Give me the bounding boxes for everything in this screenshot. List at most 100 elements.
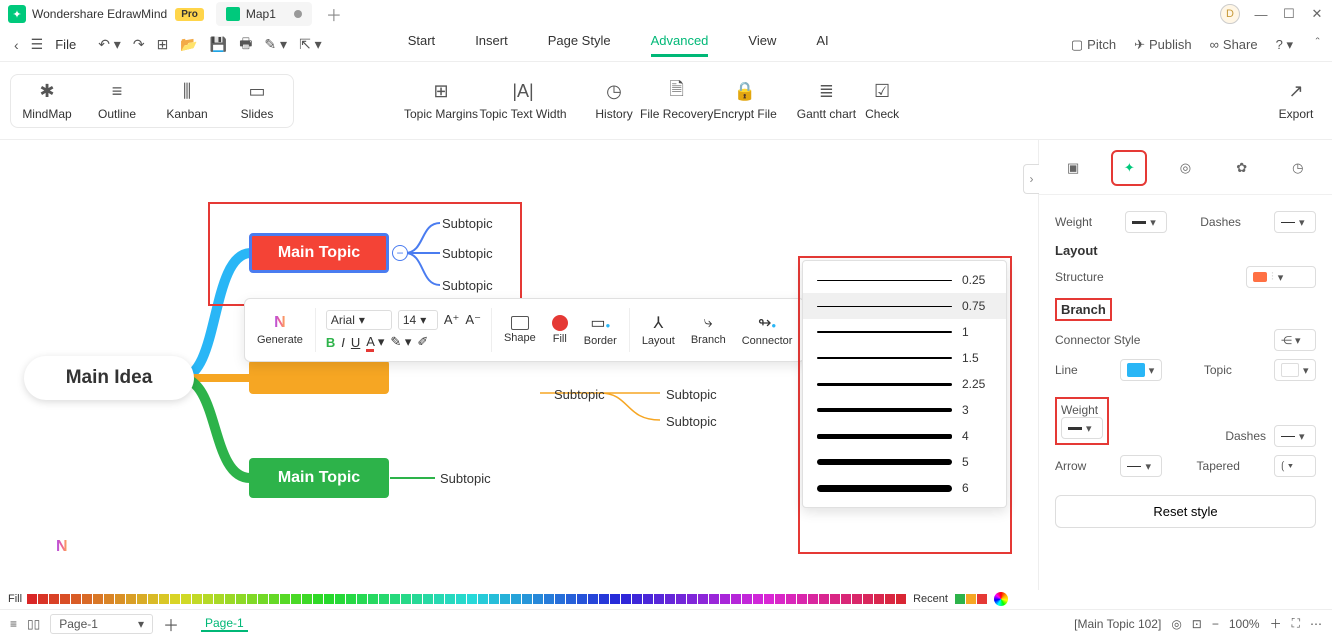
- tapered-select[interactable]: ⟮ ▾: [1274, 455, 1316, 477]
- subtopic-1[interactable]: Subtopic: [442, 216, 493, 231]
- color-swatch[interactable]: [698, 594, 708, 604]
- tool-gantt[interactable]: ≣Gantt chart: [797, 81, 856, 121]
- tab-page-style[interactable]: Page Style: [548, 33, 611, 57]
- color-swatch[interactable]: [841, 594, 851, 604]
- page-tab[interactable]: Page-1: [201, 616, 248, 632]
- line-color-select[interactable]: ▾: [1120, 359, 1162, 381]
- color-swatch[interactable]: [214, 594, 224, 604]
- color-swatch[interactable]: [423, 594, 433, 604]
- color-swatch[interactable]: [38, 594, 48, 604]
- tool-export[interactable]: ↗Export: [1270, 81, 1322, 121]
- weight-branch-select[interactable]: ▾: [1061, 417, 1103, 439]
- color-swatch[interactable]: [236, 594, 246, 604]
- font-increase-button[interactable]: A⁺: [444, 312, 460, 328]
- border-button[interactable]: ▭●Border: [578, 313, 623, 347]
- color-swatch[interactable]: [720, 594, 730, 604]
- color-swatch[interactable]: [412, 594, 422, 604]
- topic-green[interactable]: Main Topic: [249, 458, 389, 498]
- bold-button[interactable]: B: [326, 335, 335, 350]
- color-swatch[interactable]: [401, 594, 411, 604]
- recent-swatch-1[interactable]: [955, 594, 965, 604]
- redo-button[interactable]: ↷: [127, 36, 151, 53]
- color-swatch[interactable]: [654, 594, 664, 604]
- weight-option-4[interactable]: 2.25: [803, 371, 1006, 397]
- color-swatch[interactable]: [456, 594, 466, 604]
- weight-option-0[interactable]: 0.25: [803, 267, 1006, 293]
- panel-tab-tag-icon[interactable]: ◎: [1167, 150, 1203, 186]
- collapse-icon[interactable]: −: [392, 245, 408, 261]
- pitch-button[interactable]: ▢ Pitch: [1071, 37, 1116, 53]
- view-slides[interactable]: ▭Slides: [231, 81, 283, 121]
- color-swatch[interactable]: [148, 594, 158, 604]
- list-toggle-icon[interactable]: ▯▯: [27, 617, 40, 631]
- color-swatch[interactable]: [313, 594, 323, 604]
- page-select[interactable]: Page-1▾: [50, 614, 153, 634]
- maximize-button[interactable]: ☐: [1282, 7, 1296, 21]
- subtopic-o2[interactable]: Subtopic: [666, 387, 717, 402]
- user-avatar[interactable]: D: [1220, 4, 1240, 24]
- italic-button[interactable]: I: [341, 335, 345, 350]
- color-swatch[interactable]: [478, 594, 488, 604]
- color-swatch[interactable]: [742, 594, 752, 604]
- topic-orange[interactable]: [249, 360, 389, 394]
- back-button[interactable]: ‹: [8, 37, 25, 53]
- panel-tab-history-icon[interactable]: ◷: [1280, 150, 1316, 186]
- panel-tab-style-icon[interactable]: ✦: [1111, 150, 1147, 186]
- topic-red[interactable]: Main Topic: [249, 233, 389, 273]
- outline-toggle-icon[interactable]: ≡: [10, 617, 17, 631]
- color-swatch[interactable]: [489, 594, 499, 604]
- connector-button[interactable]: ↬●Connector: [736, 313, 799, 347]
- color-swatch[interactable]: [775, 594, 785, 604]
- color-swatch[interactable]: [577, 594, 587, 604]
- color-swatch[interactable]: [797, 594, 807, 604]
- help-button[interactable]: ? ▾: [1276, 37, 1293, 53]
- color-swatch[interactable]: [610, 594, 620, 604]
- tool-file-recovery[interactable]: 🗎File Recovery: [640, 81, 713, 121]
- save-button[interactable]: 💾: [204, 36, 233, 53]
- color-swatch[interactable]: [49, 594, 59, 604]
- recent-swatch-2[interactable]: [966, 594, 976, 604]
- color-swatch[interactable]: [126, 594, 136, 604]
- connector-style-select[interactable]: ⋲ ▾: [1274, 329, 1316, 351]
- color-swatch[interactable]: [764, 594, 774, 604]
- tab-view[interactable]: View: [748, 33, 776, 57]
- subtopic-o1[interactable]: Subtopic: [554, 387, 605, 402]
- canvas[interactable]: Main Idea Main Topic − Subtopic Subtopic…: [0, 140, 1038, 591]
- color-swatch[interactable]: [555, 594, 565, 604]
- collapse-ribbon-button[interactable]: ＾: [1311, 35, 1324, 54]
- topic-color-select[interactable]: ▾: [1274, 359, 1316, 381]
- main-idea-node[interactable]: Main Idea: [24, 356, 194, 400]
- weight-option-3[interactable]: 1.5: [803, 345, 1006, 371]
- color-swatch[interactable]: [302, 594, 312, 604]
- minimize-button[interactable]: —: [1254, 7, 1268, 21]
- tool-topic-text-width[interactable]: |A|Topic Text Width: [478, 81, 568, 121]
- color-swatch[interactable]: [181, 594, 191, 604]
- color-swatch[interactable]: [280, 594, 290, 604]
- tool-encrypt[interactable]: 🔒Encrypt File: [713, 81, 776, 121]
- recent-swatch-3[interactable]: [977, 594, 987, 604]
- color-swatch[interactable]: [27, 594, 37, 604]
- panel-tab-icon-icon[interactable]: ✿: [1224, 150, 1260, 186]
- document-tab[interactable]: Map1: [216, 2, 312, 26]
- panel-tab-page-icon[interactable]: ▣: [1055, 150, 1091, 186]
- subtopic-3[interactable]: Subtopic: [442, 278, 493, 293]
- dashes-branch-select[interactable]: ▾: [1274, 425, 1316, 447]
- zoom-out-button[interactable]: −: [1212, 617, 1219, 631]
- weight-option-1[interactable]: 0.75: [803, 293, 1006, 319]
- color-swatch[interactable]: [808, 594, 818, 604]
- color-swatch[interactable]: [247, 594, 257, 604]
- color-swatch[interactable]: [71, 594, 81, 604]
- generate-button[interactable]: N Generate: [251, 314, 309, 346]
- tab-ai[interactable]: AI: [816, 33, 828, 57]
- tool-history[interactable]: ◷History: [588, 81, 640, 121]
- color-swatch[interactable]: [852, 594, 862, 604]
- clear-format-button[interactable]: ✐: [417, 334, 428, 350]
- color-swatch[interactable]: [137, 594, 147, 604]
- color-swatch[interactable]: [335, 594, 345, 604]
- weight-option-5[interactable]: 3: [803, 397, 1006, 423]
- weight-option-6[interactable]: 4: [803, 423, 1006, 449]
- color-swatch[interactable]: [830, 594, 840, 604]
- close-button[interactable]: ✕: [1310, 7, 1324, 21]
- color-swatch[interactable]: [104, 594, 114, 604]
- color-swatch[interactable]: [192, 594, 202, 604]
